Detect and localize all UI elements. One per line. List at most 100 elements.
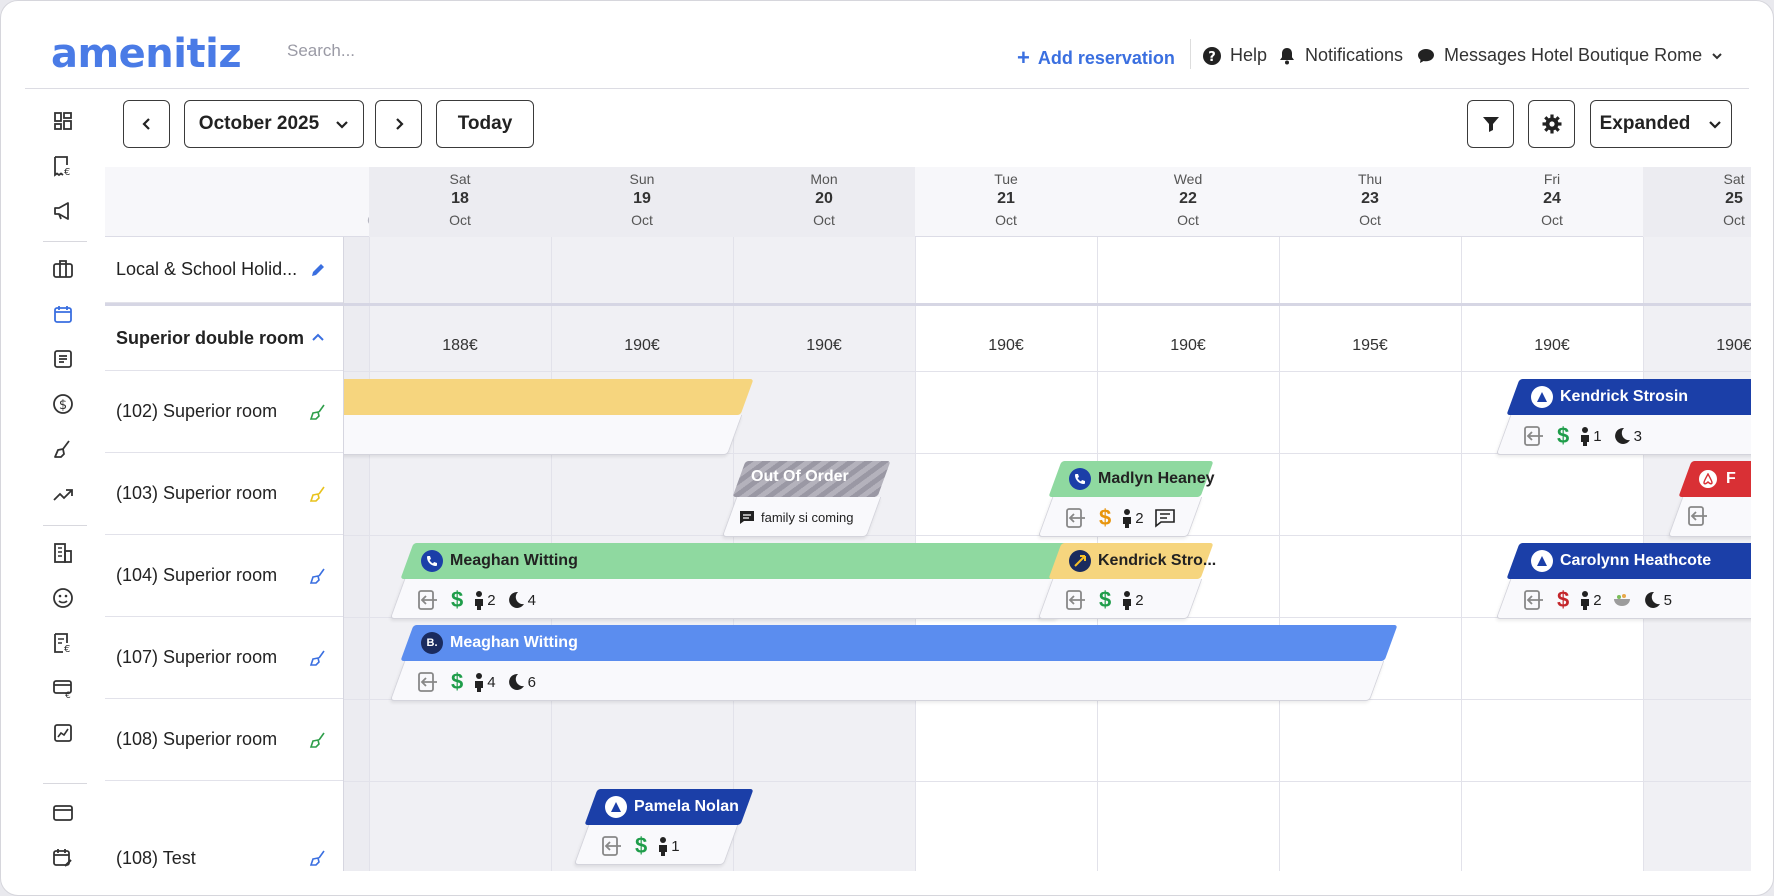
svg-text:?: ? (1208, 50, 1216, 65)
add-reservation-button[interactable]: + Add reservation (1017, 45, 1175, 71)
rate-cell[interactable]: 195€ (1279, 337, 1461, 355)
room-row-104[interactable]: (104) Superior room (105, 535, 343, 617)
hotel-selector[interactable]: Hotel Boutique Rome (1531, 45, 1724, 66)
month-select[interactable]: October 2025 (184, 100, 364, 148)
booking-bar[interactable]: Kendrick Strosin $ 1 3 (1495, 379, 1751, 455)
messages-button[interactable]: Messages (1416, 45, 1526, 66)
room-row-103[interactable]: (103) Superior room (105, 453, 343, 535)
rate-cell[interactable]: 190€ (551, 337, 733, 355)
message-icon (1154, 509, 1175, 528)
guests-count: 4 (473, 672, 496, 692)
settings-button[interactable] (1528, 100, 1575, 148)
booking-details (315, 415, 743, 455)
next-month-button[interactable] (375, 100, 422, 148)
booking-meta: $ 4 6 (417, 669, 536, 695)
rate-cell[interactable]: 190€ (1643, 337, 1751, 355)
grid-line (343, 371, 1751, 372)
booking-bar[interactable]: Carolynn Heathcote $ 2 5 (1495, 543, 1751, 619)
dollar-circle-icon[interactable]: $ (51, 392, 75, 416)
guests-count: 2 (1579, 590, 1602, 610)
booking-meta: $ 1 3 (1523, 423, 1642, 449)
phone-icon (1069, 468, 1091, 490)
chevron-up-icon[interactable] (307, 327, 329, 349)
booking-label: Kendrick Stro... (1069, 550, 1216, 572)
room-row-102[interactable]: (102) Superior room (105, 371, 343, 453)
dashboard-icon[interactable] (51, 109, 75, 133)
broom-clean-icon[interactable] (307, 729, 329, 751)
day-header: Fri 24 Oct (1541, 171, 1563, 228)
chevron-down-icon (336, 121, 348, 129)
face-icon[interactable] (51, 586, 75, 610)
building-icon[interactable] (51, 541, 75, 565)
day-header: Wed 22 Oct (1173, 171, 1203, 228)
prev-month-button[interactable] (123, 100, 170, 148)
room-label: (104) Superior room (116, 565, 278, 585)
booking-bar[interactable]: Meaghan Witting $ 2 4 (389, 543, 1086, 619)
calendar-edit-icon[interactable] (51, 846, 75, 870)
room-row-108-test[interactable]: (108) Test (105, 781, 343, 871)
svg-text:€: € (64, 644, 70, 654)
card-euro-icon[interactable]: € (51, 676, 75, 700)
airbnb-icon (1697, 468, 1719, 490)
broom-inspect-icon[interactable] (307, 565, 329, 587)
logo[interactable]: amenitiz (51, 31, 242, 77)
booking-meta: $ 2 4 (417, 587, 536, 613)
booking-bar[interactable] (315, 379, 763, 455)
booking-bar[interactable]: B. Meaghan Witting $ 4 6 (389, 625, 1398, 701)
invoice-euro-icon[interactable]: € (51, 154, 75, 178)
dollar-icon: $ (451, 587, 464, 612)
pencil-icon[interactable] (307, 259, 329, 281)
megaphone-icon[interactable] (51, 199, 75, 223)
search-input[interactable] (287, 41, 587, 61)
holidays-row[interactable]: Local & School Holid... (105, 237, 343, 303)
guests-count: 2 (1121, 590, 1144, 610)
sidebar-divider (43, 241, 87, 242)
trending-up-icon[interactable] (51, 482, 75, 506)
room-row-107[interactable]: (107) Superior room (105, 617, 343, 699)
svg-text:€: € (64, 167, 70, 177)
view-mode-select[interactable]: Expanded (1590, 100, 1732, 148)
document-list-icon[interactable] (51, 347, 75, 371)
browser-window-icon[interactable] (51, 801, 75, 825)
channel-triangle-icon (605, 796, 627, 818)
nights-count: 6 (506, 672, 536, 692)
broom-inspect-icon[interactable] (307, 847, 329, 869)
dollar-icon: $ (451, 669, 464, 694)
broom-clean-icon[interactable] (307, 401, 329, 423)
booking-label: Kendrick Strosin (1531, 386, 1688, 408)
notifications-button[interactable]: Notifications (1277, 45, 1403, 66)
help-button[interactable]: ? Help (1202, 45, 1267, 66)
rate-cell[interactable]: 190€ (1097, 337, 1279, 355)
rate-cell[interactable]: 190€ (1461, 337, 1643, 355)
guest-name: Madlyn Heaney (1098, 470, 1215, 487)
filter-button[interactable] (1467, 100, 1514, 148)
guest-name: Meaghan Witting (450, 634, 578, 651)
filter-icon (1482, 117, 1499, 132)
rate-cell[interactable]: 190€ (915, 337, 1097, 355)
rate-cell[interactable]: 188€ (369, 337, 551, 355)
svg-text:$: $ (59, 398, 67, 413)
grid-line (343, 303, 1751, 306)
broom-icon[interactable] (51, 437, 75, 461)
broom-inspect-icon[interactable] (307, 647, 329, 669)
room-type-row[interactable]: Superior double room (105, 303, 343, 371)
broom-dirty-icon[interactable] (307, 483, 329, 505)
booking-bar[interactable]: Pamela Nolan $ 1 (573, 789, 757, 865)
chart-box-icon[interactable] (51, 721, 75, 745)
check-in-icon (418, 672, 437, 692)
booking-label: Out Of Order (751, 468, 849, 485)
calendar-icon[interactable] (51, 302, 75, 326)
room-row-108[interactable]: (108) Superior room (105, 699, 343, 781)
receipt-euro-icon[interactable]: € (51, 631, 75, 655)
booking-bar[interactable]: F (1667, 461, 1751, 537)
help-icon: ? (1203, 46, 1221, 65)
today-button[interactable]: Today (436, 100, 534, 148)
out-of-order-block[interactable]: Out Of Order family si coming (721, 461, 891, 537)
booking-bar[interactable]: Madlyn Heaney $ 2 (1037, 461, 1215, 537)
booking-bar[interactable]: Kendrick Stro... $ 2 (1037, 543, 1216, 619)
chevron-right-icon (395, 118, 404, 130)
expedia-icon (1069, 550, 1091, 572)
guests-count: 1 (1579, 426, 1602, 446)
briefcase-icon[interactable] (51, 257, 75, 281)
rate-cell[interactable]: 190€ (733, 337, 915, 355)
